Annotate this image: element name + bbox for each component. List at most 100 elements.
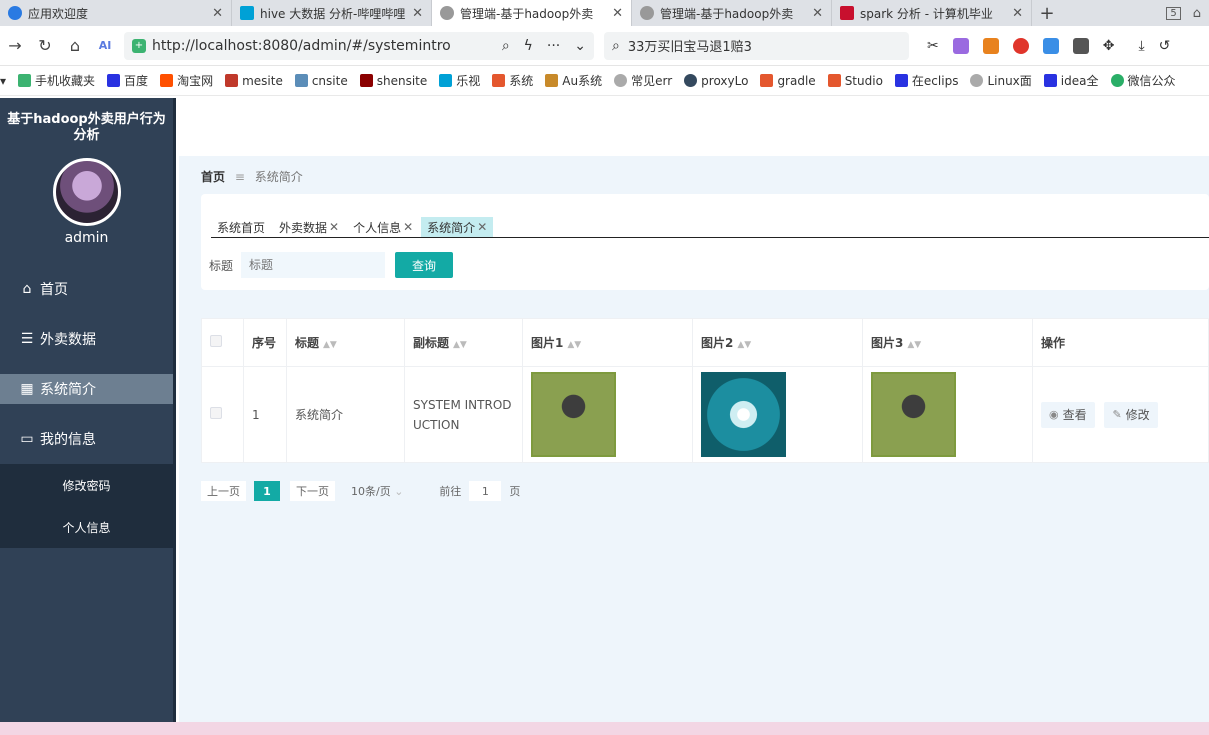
bookmark-label: 淘宝网 (177, 74, 214, 88)
submenu-item-change-password[interactable]: 修改密码 (0, 464, 173, 506)
bookmark-item[interactable]: mesite (225, 74, 283, 88)
bookmark-item[interactable]: 系统 (492, 72, 533, 89)
sidebar-item-system-intro[interactable]: ▦ 系统简介 (0, 374, 173, 404)
tag-system-intro[interactable]: 系统简介 ✕ (421, 217, 494, 237)
bookmark-item[interactable]: shensite (359, 74, 427, 88)
weibo-icon[interactable] (1012, 37, 1029, 54)
bookmark-item[interactable]: cnsite (294, 74, 348, 88)
ai-icon[interactable]: AI (90, 39, 120, 52)
home-nav-icon[interactable]: ⌂ (60, 36, 90, 55)
sidebar-item-takeout-data[interactable]: ☰ 外卖数据 (0, 314, 173, 364)
sort-icon[interactable]: ▲▼ (737, 340, 751, 350)
browser-tab[interactable]: 管理端-基于hadoop外卖 ✕ (632, 0, 832, 26)
new-tab-icon[interactable]: + (1032, 0, 1062, 26)
next-page-button[interactable]: 下一页 (290, 481, 335, 501)
sidebar: 基于hadoop外卖用户行为分析 admin ⌂ 首页 ☰ 外卖数据 ▦ 系统简… (0, 98, 176, 735)
bookmark-item[interactable]: Linux面 (970, 72, 1032, 89)
edit-button[interactable]: ✎ 修改 (1104, 401, 1158, 428)
sort-icon[interactable]: ▲▼ (567, 340, 581, 350)
column-header[interactable]: 图片2 ▲▼ (692, 318, 863, 367)
image3-thumbnail[interactable] (871, 372, 956, 457)
pagination: 上一页 1 下一页 10条/页 ⌄ 前往 1 页 (201, 481, 520, 501)
browser-tab-active[interactable]: 管理端-基于hadoop外卖 ✕ (432, 0, 632, 26)
bookmark-item[interactable]: 百度 (107, 72, 148, 89)
page-size-select[interactable]: 10条/页 ⌄ (351, 483, 403, 499)
puzzle-icon[interactable]: ✥ (1103, 38, 1115, 54)
submenu-item-personal-info[interactable]: 个人信息 (0, 506, 173, 548)
column-header-label: 操作 (1041, 336, 1066, 350)
view-button[interactable]: ◉ 查看 (1041, 401, 1095, 428)
browser-tab[interactable]: hive 大数据 分析-哔哩哔哩 ✕ (232, 0, 432, 26)
row-checkbox[interactable] (210, 407, 222, 419)
bookmark-item[interactable]: idea全 (1043, 72, 1099, 89)
bookmark-item[interactable]: 乐视 (439, 72, 480, 89)
bookmark-item[interactable]: Au系统 (545, 72, 602, 89)
bookmark-label: proxyLo (701, 73, 749, 88)
column-header-label: 副标题 (413, 336, 450, 350)
close-icon[interactable]: ✕ (477, 220, 487, 234)
sidebar-item-my-info[interactable]: ▭ 我的信息 (0, 414, 173, 464)
bookmark-item[interactable]: 微信公众 (1110, 72, 1176, 89)
forward-icon[interactable]: → (0, 36, 30, 55)
reload-icon[interactable]: ↻ (30, 36, 60, 55)
sidebar-item-home[interactable]: ⌂ 首页 (0, 264, 173, 314)
tab-count-icon[interactable]: 5 (1166, 6, 1181, 20)
tab-close-icon[interactable]: ✕ (1012, 6, 1023, 21)
bookmark-item[interactable]: Studio (827, 74, 883, 88)
close-icon[interactable]: ✕ (329, 220, 339, 234)
sort-icon[interactable]: ▲▼ (907, 340, 921, 350)
title-search-input[interactable] (241, 252, 386, 278)
tab-close-icon[interactable]: ✕ (612, 6, 623, 21)
bookmark-item[interactable]: 在eclips (894, 72, 958, 89)
column-header[interactable]: 图片3 ▲▼ (862, 318, 1033, 367)
sort-icon[interactable]: ▲▼ (323, 340, 337, 350)
column-header[interactable]: 标题 ▲▼ (286, 318, 405, 367)
undo-icon[interactable]: ↺ (1159, 38, 1171, 54)
prev-page-button[interactable]: 上一页 (201, 481, 246, 501)
tab-close-icon[interactable]: ✕ (412, 6, 423, 21)
mail-icon[interactable] (1042, 37, 1059, 54)
zoom-icon[interactable]: ⌕ (502, 38, 510, 54)
goto-page-input[interactable]: 1 (469, 481, 502, 501)
browser-tab[interactable]: spark 分析 - 计算机毕业 ✕ (832, 0, 1032, 26)
tab-close-icon[interactable]: ✕ (212, 6, 223, 21)
avatar[interactable] (52, 158, 121, 226)
tag-takeout-data[interactable]: 外卖数据 ✕ (273, 217, 345, 237)
chevron-down-icon[interactable]: ⌄ (574, 38, 586, 54)
bookmark-item[interactable]: gradle (760, 74, 816, 88)
edit-label: 修改 (1125, 408, 1150, 422)
more-icon[interactable]: ··· (547, 38, 560, 54)
browser-search-field[interactable]: ⌕ 33万买旧宝马退1赔3 (604, 31, 909, 60)
tag-system-home[interactable]: 系统首页 (211, 217, 271, 237)
bookmark-item[interactable]: 手机收藏夹 (18, 72, 95, 89)
fox-icon[interactable] (982, 37, 999, 54)
bookmark-item[interactable]: 淘宝网 (160, 72, 213, 89)
lightning-icon[interactable]: ϟ (524, 38, 533, 54)
translate-icon[interactable] (952, 37, 969, 54)
browser-tab[interactable]: 应用欢迎度 ✕ (0, 0, 232, 26)
os-taskbar (0, 722, 1209, 735)
sidebar-item-label: 首页 (40, 282, 68, 298)
shirt-icon[interactable]: ⌂ (1193, 6, 1201, 21)
download-icon[interactable]: ⤓ (1138, 38, 1144, 54)
box-icon[interactable] (1072, 37, 1089, 54)
column-header[interactable]: 副标题 ▲▼ (404, 318, 523, 367)
select-all-checkbox[interactable] (210, 335, 222, 347)
breadcrumb-home[interactable]: 首页 (201, 170, 225, 184)
tag-personal-info[interactable]: 个人信息 ✕ (347, 217, 419, 237)
bookmark-item[interactable]: ▾ (0, 74, 6, 88)
page-number-current[interactable]: 1 (254, 481, 280, 501)
query-button[interactable]: 查询 (395, 252, 454, 278)
sort-icon[interactable]: ▲▼ (453, 340, 467, 350)
image2-thumbnail[interactable] (701, 372, 786, 457)
image1-thumbnail[interactable] (531, 372, 616, 457)
column-header: 序号 (243, 318, 287, 367)
close-icon[interactable]: ✕ (403, 220, 413, 234)
scissors-icon[interactable]: ✂ (927, 38, 939, 54)
bookmark-item[interactable]: proxyLo (684, 74, 748, 88)
bookmark-item[interactable]: 常见err (614, 72, 672, 89)
bookmark-icon (18, 74, 32, 87)
tab-close-icon[interactable]: ✕ (812, 6, 823, 21)
url-field[interactable]: + http://localhost:8080/admin/#/systemin… (124, 31, 594, 60)
column-header[interactable]: 图片1 ▲▼ (522, 318, 693, 367)
